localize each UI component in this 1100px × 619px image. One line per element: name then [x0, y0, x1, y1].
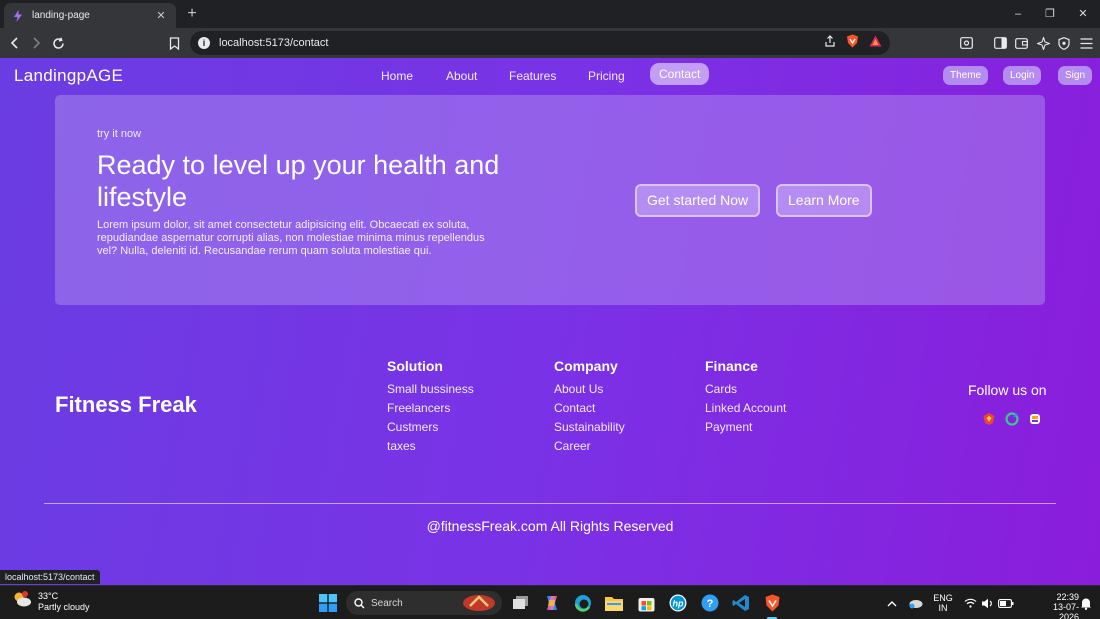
- tab-title: landing-page: [32, 10, 90, 21]
- footer-column-finance: Finance Cards Linked Account Payment: [705, 358, 786, 439]
- search-label: Search: [371, 597, 403, 609]
- footer-brand: Fitness Freak: [55, 392, 197, 417]
- footer-link[interactable]: About Us: [554, 382, 625, 401]
- browser-tabstrip: landing-page ✕ + – ❐ ✕: [0, 0, 1100, 28]
- site-logo-text[interactable]: LandingpAGE: [14, 66, 123, 86]
- vpn-shield-icon[interactable]: [1054, 33, 1074, 53]
- social-brand-2-icon[interactable]: [1005, 412, 1019, 426]
- cta-hero-card: try it now Ready to level up your health…: [55, 95, 1045, 305]
- site-info-icon[interactable]: i: [198, 37, 210, 49]
- footer-link[interactable]: Linked Account: [705, 401, 786, 420]
- browser-tab-active[interactable]: landing-page ✕: [4, 3, 176, 28]
- volume-icon[interactable]: [977, 593, 997, 613]
- learn-more-button[interactable]: Learn More: [776, 184, 872, 217]
- footer-link[interactable]: Contact: [554, 401, 625, 420]
- edge-browser-icon[interactable]: [573, 593, 593, 613]
- language-indicator-line1[interactable]: ENG: [933, 593, 953, 603]
- taskbar-search-box[interactable]: Search: [346, 591, 502, 615]
- footer-link[interactable]: Career: [554, 439, 625, 458]
- sign-button[interactable]: Sign: [1058, 66, 1093, 85]
- window-maximize-button[interactable]: ❐: [1039, 4, 1061, 24]
- weather-description: Partly cloudy: [38, 601, 90, 612]
- hero-eyebrow: try it now: [97, 128, 142, 140]
- reload-icon[interactable]: [48, 33, 68, 53]
- follow-us-label: Follow us on: [968, 382, 1047, 398]
- nav-link-contact[interactable]: Contact: [650, 63, 710, 85]
- address-bar-url: localhost:5173/contact: [219, 37, 329, 49]
- file-explorer-icon[interactable]: [604, 593, 624, 613]
- nav-link-home[interactable]: Home: [381, 69, 413, 83]
- hp-app-icon[interactable]: hp: [668, 593, 688, 613]
- login-button[interactable]: Login: [1003, 66, 1042, 85]
- top-navbar: LandingpAGE Home About Features Pricing …: [0, 58, 1100, 94]
- weather-temperature: 33°C: [38, 590, 59, 601]
- brave-shields-icon[interactable]: [846, 34, 859, 53]
- search-highlight-icon: [463, 595, 495, 611]
- footer-link[interactable]: taxes: [387, 439, 474, 458]
- microsoft-store-icon[interactable]: [636, 593, 656, 613]
- footer-column-solution: Solution Small bussiness Freelancers Cus…: [387, 358, 474, 458]
- footer-link[interactable]: Cards: [705, 382, 786, 401]
- window-minimize-button[interactable]: –: [1007, 4, 1029, 24]
- bookmark-icon[interactable]: [164, 33, 184, 53]
- tab-close-icon[interactable]: ✕: [154, 9, 168, 22]
- svg-text:?: ?: [707, 598, 714, 610]
- nav-link-about[interactable]: About: [446, 69, 477, 83]
- window-close-button[interactable]: ✕: [1072, 4, 1094, 24]
- battery-icon[interactable]: [996, 593, 1016, 613]
- onedrive-icon[interactable]: [905, 593, 925, 613]
- footer-divider: [44, 503, 1056, 504]
- browser-toolbar: i localhost:5173/contact: [0, 28, 1100, 58]
- menu-icon[interactable]: [1076, 33, 1096, 53]
- task-view-icon[interactable]: [511, 593, 531, 613]
- footer-link[interactable]: Payment: [705, 420, 786, 439]
- weather-widget[interactable]: 33°C Partly cloudy: [12, 590, 90, 613]
- footer-link[interactable]: Sustainability: [554, 420, 625, 439]
- weather-partly-cloudy-icon: [12, 590, 32, 613]
- hero-title: Ready to level up your health and lifest…: [97, 150, 500, 212]
- wallet-icon[interactable]: [1011, 33, 1031, 53]
- nav-link-features[interactable]: Features: [509, 69, 556, 83]
- footer-column-title: Company: [554, 358, 618, 374]
- svg-text:hp: hp: [673, 599, 684, 609]
- new-tab-button[interactable]: +: [184, 4, 200, 24]
- forward-icon[interactable]: [26, 33, 46, 53]
- social-links: [982, 412, 1042, 426]
- copyright-text: @fitnessFreak.com All Rights Reserved: [426, 518, 674, 534]
- footer-link[interactable]: Custmers: [387, 420, 474, 439]
- show-hidden-icons-chevron-icon[interactable]: [882, 593, 902, 613]
- footer-column-title: Finance: [705, 358, 758, 374]
- language-indicator-line2[interactable]: IN: [939, 603, 948, 613]
- windows-taskbar: 33°C Partly cloudy Search hp ? ENG IN 22…: [0, 585, 1100, 619]
- theme-button[interactable]: Theme: [943, 66, 989, 85]
- nav-link-pricing[interactable]: Pricing: [588, 69, 625, 83]
- address-bar[interactable]: i localhost:5173/contact: [190, 31, 890, 55]
- notification-bell-icon[interactable]: [1076, 593, 1096, 613]
- social-brand-1-icon[interactable]: [982, 412, 996, 426]
- hero-description: Lorem ipsum dolor, sit amet consectetur …: [97, 219, 485, 257]
- sidebar-icon[interactable]: [990, 33, 1010, 53]
- get-started-button[interactable]: Get started Now: [635, 184, 761, 217]
- footer-column-title: Solution: [387, 358, 443, 374]
- back-icon[interactable]: [5, 33, 25, 53]
- share-icon[interactable]: [824, 34, 836, 52]
- footer-link[interactable]: Freelancers: [387, 401, 474, 420]
- footer-column-company: Company About Us Contact Sustainability …: [554, 358, 625, 458]
- windows-start-icon[interactable]: [318, 593, 338, 613]
- vscode-icon[interactable]: [731, 593, 751, 613]
- brave-browser-taskbar-icon[interactable]: [762, 593, 782, 613]
- leo-ai-icon[interactable]: [1033, 33, 1053, 53]
- vite-favicon-icon: [12, 9, 24, 22]
- copilot-icon[interactable]: [542, 593, 562, 613]
- get-help-icon[interactable]: ?: [700, 593, 720, 613]
- social-brand-3-icon[interactable]: [1028, 412, 1042, 426]
- brave-rewards-icon[interactable]: [869, 34, 882, 52]
- search-icon: [354, 597, 365, 608]
- link-hover-status: localhost:5173/contact: [0, 570, 100, 584]
- screenshot-icon[interactable]: [956, 33, 976, 53]
- page-viewport: LandingpAGE Home About Features Pricing …: [0, 58, 1100, 585]
- footer-link[interactable]: Small bussiness: [387, 382, 474, 401]
